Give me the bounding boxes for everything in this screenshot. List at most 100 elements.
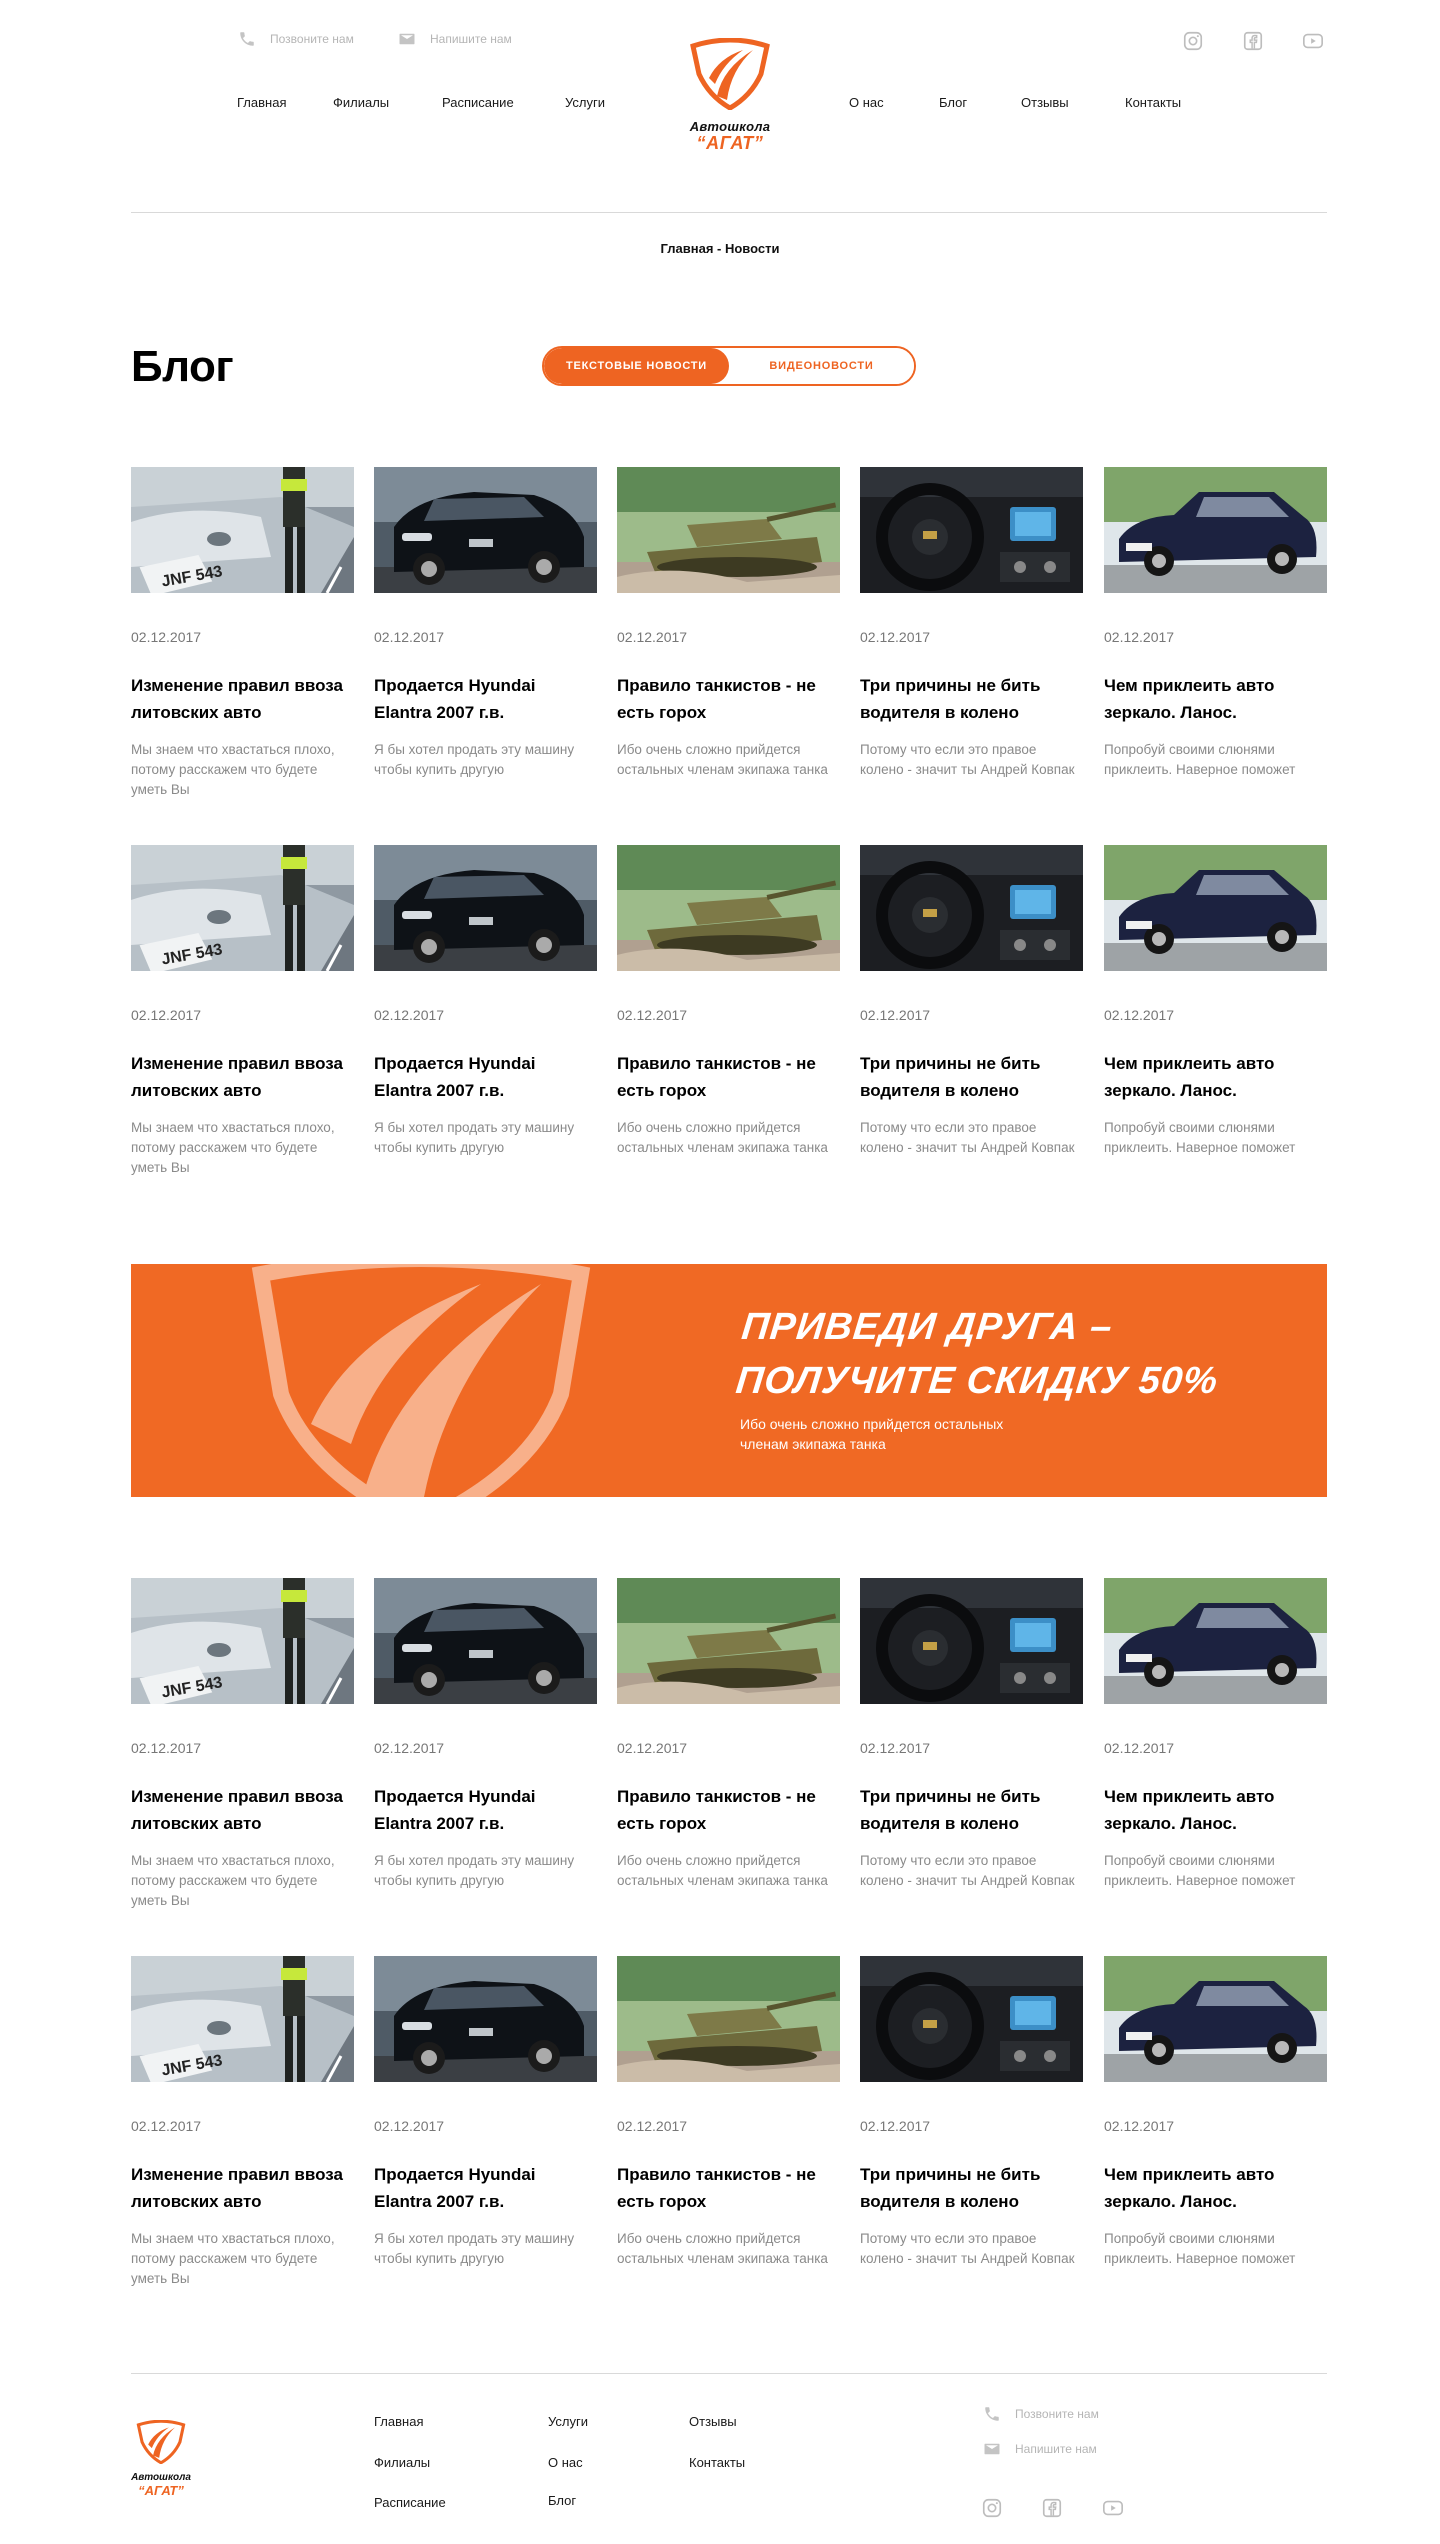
- opel-police-photo[interactable]: JNF 543: [131, 1578, 354, 1704]
- hyundai-elantra-photo[interactable]: [374, 1578, 597, 1704]
- card-title[interactable]: Правило танкистов - не есть горох: [617, 1050, 840, 1104]
- blog-card[interactable]: JNF 543 02.12.2017 Изменение правил ввоз…: [131, 467, 354, 800]
- tab-video-news[interactable]: Видеоновости: [729, 348, 914, 384]
- facebook-icon[interactable]: [1041, 2497, 1063, 2519]
- car-interior-photo[interactable]: [860, 1956, 1083, 2082]
- blog-row: JNF 543 02.12.2017 Изменение правил ввоз…: [131, 1578, 1327, 1918]
- card-title[interactable]: Чем приклеить авто зеркало. Ланос.: [1104, 1050, 1327, 1104]
- nav-reviews[interactable]: Отзывы: [1021, 95, 1069, 110]
- mail-label: Напишите нам: [430, 32, 512, 46]
- blog-card[interactable]: 02.12.2017 Продается Hyundai Elantra 200…: [374, 845, 597, 1158]
- car-interior-photo[interactable]: [860, 1578, 1083, 1704]
- tank-photo[interactable]: [617, 1578, 840, 1704]
- nav-schedule[interactable]: Расписание: [442, 95, 514, 110]
- blog-card[interactable]: 02.12.2017 Три причины не бить водителя …: [860, 1956, 1083, 2269]
- phone-contact[interactable]: Позвоните нам: [238, 30, 354, 48]
- card-title[interactable]: Три причины не бить водителя в колено: [860, 2161, 1083, 2215]
- card-title[interactable]: Правило танкистов - не есть горох: [617, 1783, 840, 1837]
- blog-card[interactable]: 02.12.2017 Продается Hyundai Elantra 200…: [374, 467, 597, 780]
- card-title[interactable]: Чем приклеить авто зеркало. Ланос.: [1104, 2161, 1327, 2215]
- blog-card[interactable]: 02.12.2017 Продается Hyundai Elantra 200…: [374, 1578, 597, 1891]
- hyundai-elantra-photo[interactable]: [374, 467, 597, 593]
- card-title[interactable]: Изменение правил ввоза литовских авто: [131, 1783, 354, 1837]
- card-title[interactable]: Чем приклеить авто зеркало. Ланос.: [1104, 1783, 1327, 1837]
- footer-link-blog[interactable]: Блог: [548, 2493, 576, 2508]
- lanos-photo[interactable]: [1104, 1578, 1327, 1704]
- card-title[interactable]: Продается Hyundai Elantra 2007 г.в.: [374, 1783, 597, 1837]
- tank-photo[interactable]: [617, 467, 840, 593]
- car-interior-photo[interactable]: [860, 845, 1083, 971]
- footer-link-contacts[interactable]: Контакты: [689, 2455, 745, 2470]
- instagram-icon[interactable]: [981, 2497, 1003, 2519]
- blog-card[interactable]: 02.12.2017 Три причины не бить водителя …: [860, 467, 1083, 780]
- mail-contact[interactable]: Напишите нам: [398, 30, 512, 48]
- nav-services[interactable]: Услуги: [565, 95, 605, 110]
- opel-police-photo[interactable]: JNF 543: [131, 845, 354, 971]
- card-excerpt: Мы знаем что хвастаться плохо, потому ра…: [131, 742, 335, 797]
- blog-card[interactable]: 02.12.2017 Правило танкистов - не есть г…: [617, 1578, 840, 1891]
- youtube-icon[interactable]: [1302, 30, 1324, 52]
- card-title[interactable]: Правило танкистов - не есть горох: [617, 2161, 840, 2215]
- opel-police-photo[interactable]: JNF 543: [131, 1956, 354, 2082]
- youtube-icon[interactable]: [1102, 2497, 1124, 2519]
- card-title[interactable]: Правило танкистов - не есть горох: [617, 672, 840, 726]
- blog-card[interactable]: JNF 543 02.12.2017 Изменение правил ввоз…: [131, 1956, 354, 2289]
- nav-about[interactable]: О нас: [849, 95, 884, 110]
- blog-card[interactable]: JNF 543 02.12.2017 Изменение правил ввоз…: [131, 845, 354, 1178]
- card-date: 02.12.2017: [617, 629, 688, 645]
- nav-branches[interactable]: Филиалы: [333, 95, 389, 110]
- footer-link-schedule[interactable]: Расписание: [374, 2495, 446, 2510]
- footer-phone-contact[interactable]: Позвоните нам: [983, 2405, 1099, 2423]
- footer-link-services[interactable]: Услуги: [548, 2414, 588, 2429]
- nav-home[interactable]: Главная: [237, 95, 286, 110]
- tank-photo[interactable]: [617, 845, 840, 971]
- card-title[interactable]: Чем приклеить авто зеркало. Ланос.: [1104, 672, 1327, 726]
- tab-text-news[interactable]: Текстовые новости: [544, 348, 729, 384]
- footer-link-home[interactable]: Главная: [374, 2414, 423, 2429]
- lanos-photo[interactable]: [1104, 845, 1327, 971]
- car-interior-photo[interactable]: [860, 467, 1083, 593]
- card-date: 02.12.2017: [1104, 629, 1175, 645]
- hyundai-elantra-photo[interactable]: [374, 1956, 597, 2082]
- blog-card[interactable]: 02.12.2017 Чем приклеить авто зеркало. Л…: [1104, 467, 1327, 780]
- footer-link-branches[interactable]: Филиалы: [374, 2455, 430, 2470]
- footer-link-reviews[interactable]: Отзывы: [689, 2414, 737, 2429]
- opel-police-photo[interactable]: JNF 543: [131, 467, 354, 593]
- shield-logo-icon: [690, 37, 770, 111]
- blog-card[interactable]: 02.12.2017 Три причины не бить водителя …: [860, 845, 1083, 1158]
- card-title[interactable]: Три причины не бить водителя в колено: [860, 1783, 1083, 1837]
- blog-row: JNF 543 02.12.2017 Изменение правил ввоз…: [131, 845, 1327, 1185]
- blog-card[interactable]: 02.12.2017 Правило танкистов - не есть г…: [617, 467, 840, 780]
- card-excerpt: Потому что если это правое колено - знач…: [860, 742, 1075, 777]
- instagram-icon[interactable]: [1182, 30, 1204, 52]
- card-title[interactable]: Продается Hyundai Elantra 2007 г.в.: [374, 672, 597, 726]
- blog-card[interactable]: 02.12.2017 Чем приклеить авто зеркало. Л…: [1104, 1956, 1327, 2269]
- card-date: 02.12.2017: [860, 1007, 931, 1023]
- nav-contacts[interactable]: Контакты: [1125, 95, 1181, 110]
- blog-card[interactable]: 02.12.2017 Правило танкистов - не есть г…: [617, 845, 840, 1158]
- nav-blog[interactable]: Блог: [939, 95, 967, 110]
- facebook-icon[interactable]: [1242, 30, 1264, 52]
- card-title[interactable]: Изменение правил ввоза литовских авто: [131, 2161, 354, 2215]
- card-title[interactable]: Три причины не бить водителя в колено: [860, 1050, 1083, 1104]
- footer-logo[interactable]: Автошкола “АГАТ”: [131, 2419, 191, 2498]
- promo-banner[interactable]: ПРИВЕДИ ДРУГА – ПОЛУЧИТЕ СКИДКУ 50% Ибо …: [131, 1264, 1327, 1497]
- blog-card[interactable]: 02.12.2017 Правило танкистов - не есть г…: [617, 1956, 840, 2269]
- blog-card[interactable]: JNF 543 02.12.2017 Изменение правил ввоз…: [131, 1578, 354, 1911]
- lanos-photo[interactable]: [1104, 467, 1327, 593]
- blog-card[interactable]: 02.12.2017 Чем приклеить авто зеркало. Л…: [1104, 845, 1327, 1158]
- card-title[interactable]: Изменение правил ввоза литовских авто: [131, 672, 354, 726]
- blog-card[interactable]: 02.12.2017 Три причины не бить водителя …: [860, 1578, 1083, 1891]
- card-title[interactable]: Продается Hyundai Elantra 2007 г.в.: [374, 2161, 597, 2215]
- blog-card[interactable]: 02.12.2017 Продается Hyundai Elantra 200…: [374, 1956, 597, 2269]
- card-title[interactable]: Три причины не бить водителя в колено: [860, 672, 1083, 726]
- hyundai-elantra-photo[interactable]: [374, 845, 597, 971]
- tank-photo[interactable]: [617, 1956, 840, 2082]
- lanos-photo[interactable]: [1104, 1956, 1327, 2082]
- blog-card[interactable]: 02.12.2017 Чем приклеить авто зеркало. Л…: [1104, 1578, 1327, 1891]
- site-logo[interactable]: Автошкола “АГАТ”: [687, 37, 773, 152]
- footer-link-about[interactable]: О нас: [548, 2455, 583, 2470]
- card-title[interactable]: Изменение правил ввоза литовских авто: [131, 1050, 354, 1104]
- footer-mail-contact[interactable]: Напишите нам: [983, 2440, 1097, 2458]
- card-title[interactable]: Продается Hyundai Elantra 2007 г.в.: [374, 1050, 597, 1104]
